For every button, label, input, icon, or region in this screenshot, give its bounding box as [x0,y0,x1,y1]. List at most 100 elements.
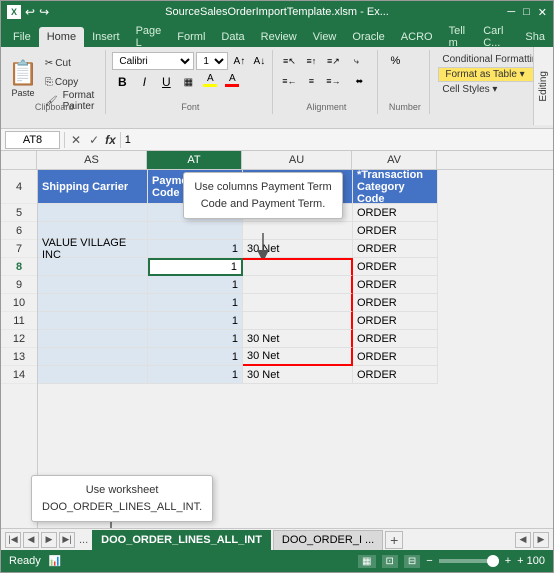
tab-data[interactable]: Data [213,27,252,47]
cell-av8[interactable]: ORDER [353,258,438,276]
row-header-14[interactable]: 14 [1,366,37,384]
border-button[interactable]: ▦ [178,72,198,92]
col-header-at[interactable]: AT [147,151,242,169]
cell-au13[interactable]: 30 Net [243,348,353,366]
row-header-13[interactable]: 13 [1,348,37,366]
merge-center-button[interactable]: ⬌ [345,72,373,90]
row-header-11[interactable]: 11 [1,312,37,330]
cell-at11[interactable]: 1 [148,312,243,330]
align-top-center-button[interactable]: ≡↑ [301,52,321,70]
sheet-tab-active[interactable]: DOO_ORDER_LINES_ALL_INT [92,530,271,550]
row-header-5[interactable]: 5 [1,204,37,222]
row-header-12[interactable]: 12 [1,330,37,348]
tab-share[interactable]: Sha [517,27,553,47]
add-sheet-button[interactable]: + [385,531,403,549]
sheet-nav-prev-button[interactable]: ◀ [23,532,39,548]
fill-color-button[interactable]: A [200,72,220,92]
name-box[interactable]: AT8 [5,131,60,149]
cell-au8[interactable] [243,258,353,276]
cut-button[interactable]: ✂ Cut [41,54,102,72]
underline-button[interactable]: U [156,72,176,92]
cell-as9[interactable] [38,276,148,294]
confirm-formula-button[interactable]: ✓ [87,133,101,147]
cell-au10[interactable] [243,294,353,312]
cell-av14[interactable]: ORDER [353,366,438,384]
row-header-4[interactable]: 4 [1,170,37,204]
cell-av10[interactable]: ORDER [353,294,438,312]
format-as-table-button[interactable]: Format as Table ▾ [438,67,535,82]
cell-as4[interactable]: Shipping Carrier [38,170,148,204]
cell-at10[interactable]: 1 [148,294,243,312]
tab-formulas[interactable]: Forml [169,27,213,47]
cell-as5[interactable] [38,204,148,222]
sheet-nav-last-button[interactable]: ▶| [59,532,75,548]
align-top-right-button[interactable]: ≡↗ [323,52,343,70]
tab-home[interactable]: Home [39,27,84,47]
tab-file[interactable]: File [5,27,39,47]
font-size-select[interactable]: 11 [196,52,228,70]
page-break-view-button[interactable]: ⊟ [404,555,420,568]
font-color-button[interactable]: A [222,72,242,92]
cell-au9[interactable] [243,276,353,294]
wrap-text-button[interactable]: ⤷ [345,52,367,70]
tab-oracle[interactable]: Oracle [344,27,392,47]
zoom-slider[interactable] [439,559,499,563]
cell-at14[interactable]: 1 [148,366,243,384]
page-layout-view-button[interactable]: ⊡ [382,555,398,568]
percent-button[interactable]: % [384,52,406,70]
col-header-au[interactable]: AU [242,151,352,169]
cell-at7[interactable]: 1 [148,240,243,258]
row-header-6[interactable]: 6 [1,222,37,240]
zoom-in-icon[interactable]: + [505,555,511,567]
close-btn[interactable]: ✕ [538,6,547,19]
row-header-8[interactable]: 8 [1,258,37,276]
normal-view-button[interactable]: ▦ [358,555,375,568]
cell-as14[interactable] [38,366,148,384]
cell-av13[interactable]: ORDER [353,348,438,366]
col-header-as[interactable]: AS [37,151,147,169]
cell-au11[interactable] [243,312,353,330]
cell-as10[interactable] [38,294,148,312]
conditional-formatting-button[interactable]: Conditional Formatting ▾ [438,52,535,67]
tab-insert[interactable]: Insert [84,27,128,47]
minimize-btn[interactable]: ─ [507,6,515,19]
cell-as8[interactable] [38,258,148,276]
align-right-button[interactable]: ≡→ [323,72,343,90]
italic-button[interactable]: I [134,72,154,92]
align-left-button[interactable]: ≡← [279,72,299,90]
cell-au12[interactable]: 30 Net [243,330,353,348]
col-header-av[interactable]: AV [352,151,437,169]
increase-font-button[interactable]: A↑ [230,52,248,70]
cell-at13[interactable]: 1 [148,348,243,366]
cell-as13[interactable] [38,348,148,366]
copy-button[interactable]: ⎘ Copy [41,73,102,91]
maximize-btn[interactable]: □ [523,6,530,19]
cell-as11[interactable] [38,312,148,330]
align-top-left-button[interactable]: ≡↖ [279,52,299,70]
cell-av5[interactable]: ORDER [353,204,438,222]
font-name-select[interactable]: Calibri [112,52,194,70]
cell-as12[interactable] [38,330,148,348]
cell-at9[interactable]: 1 [148,276,243,294]
paste-button[interactable]: 📋 Paste [7,52,39,104]
cell-at8-active[interactable]: 1 [148,258,243,276]
scroll-right-button[interactable]: ▶ [533,532,549,548]
cell-av4[interactable]: *Transaction Category Code [353,170,438,204]
sheet-nav-first-button[interactable]: |◀ [5,532,21,548]
cell-styles-button[interactable]: Cell Styles ▾ [438,82,535,97]
redo-icon[interactable]: ↪ [39,5,49,19]
tab-review[interactable]: Review [253,27,305,47]
cell-as7[interactable]: VALUE VILLAGE INC [38,240,148,258]
cell-av11[interactable]: ORDER [353,312,438,330]
scroll-left-button[interactable]: ◀ [515,532,531,548]
tab-acro[interactable]: ACRO [393,27,441,47]
undo-icon[interactable]: ↩ [25,5,35,19]
cell-at6[interactable] [148,222,243,240]
zoom-out-icon[interactable]: − [426,555,432,567]
row-header-7[interactable]: 7 [1,240,37,258]
tab-user[interactable]: Carl C... [475,27,517,47]
tab-tell-me[interactable]: Tell m [441,27,476,47]
bold-button[interactable]: B [112,72,132,92]
cell-av12[interactable]: ORDER [353,330,438,348]
cell-av9[interactable]: ORDER [353,276,438,294]
